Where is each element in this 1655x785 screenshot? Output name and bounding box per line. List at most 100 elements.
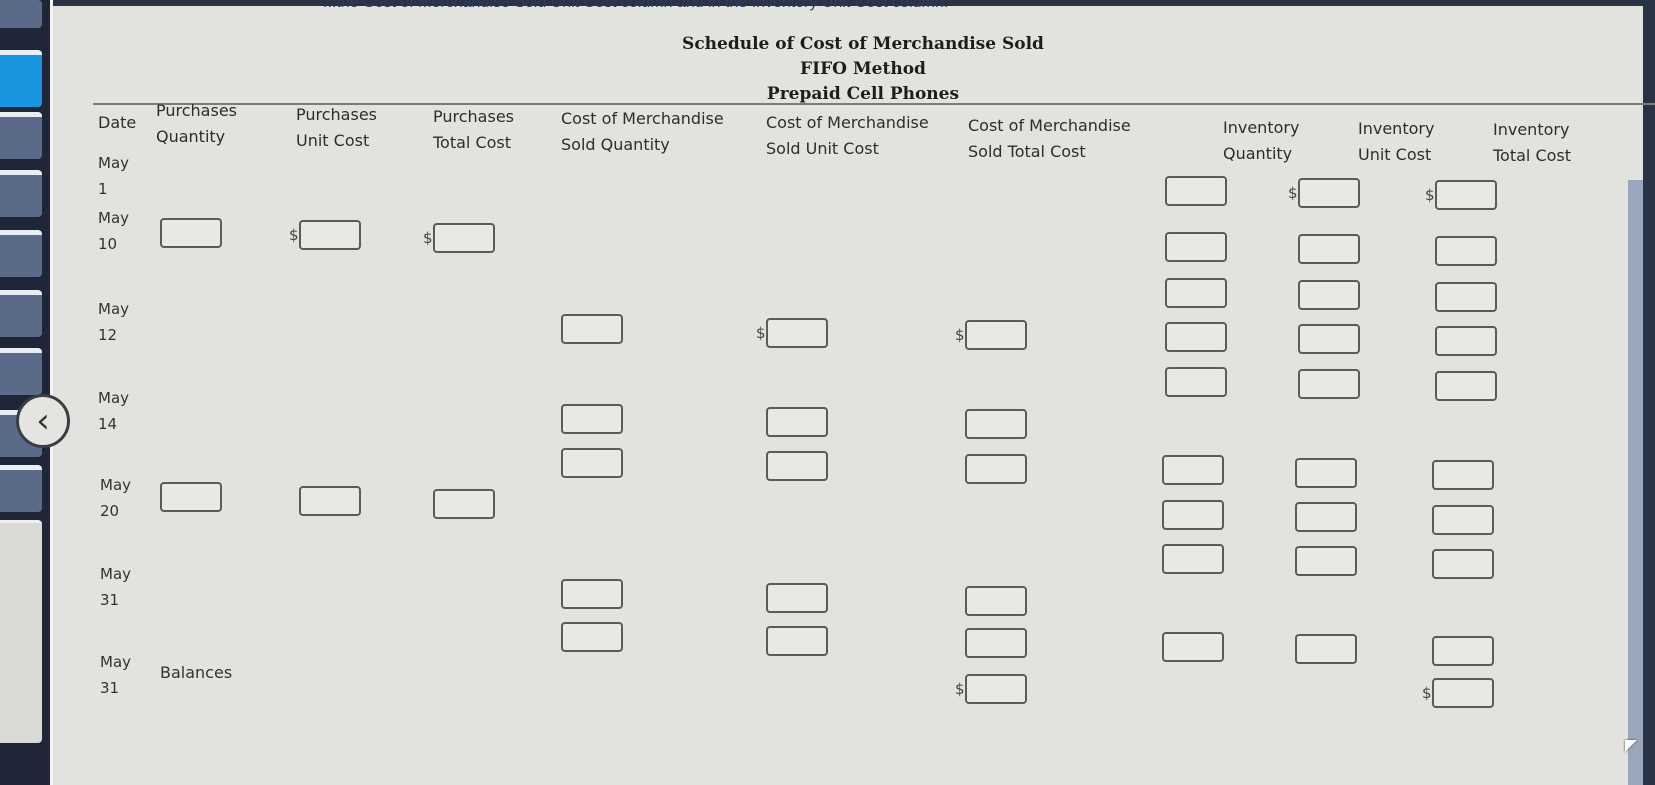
- header-line: Total Cost: [433, 133, 512, 152]
- input-may12-cq[interactable]: [561, 314, 623, 344]
- sidebar-panel: [0, 520, 42, 743]
- input-may1-iuc[interactable]: [1298, 178, 1360, 208]
- input-may14-ctc-1[interactable]: [965, 454, 1027, 484]
- company-title: Prepaid Cell Phones: [766, 84, 960, 104]
- input-may12-iuc[interactable]: [1298, 324, 1360, 354]
- sidebar-tab[interactable]: [0, 112, 42, 159]
- input-may31-iuc[interactable]: [1295, 634, 1357, 664]
- input-may12-iq[interactable]: [1165, 322, 1227, 352]
- input-may10-itc[interactable]: [1435, 236, 1497, 266]
- input-may12-iuc-1[interactable]: [1298, 369, 1360, 399]
- input-may20-iuc-1[interactable]: [1295, 502, 1357, 532]
- input-may12-itc[interactable]: [1435, 326, 1497, 356]
- input-may20-iq-2[interactable]: [1162, 544, 1224, 574]
- input-may10-iq-1[interactable]: [1165, 278, 1227, 308]
- header-line: Purchases: [156, 101, 237, 120]
- input-may31-cuc[interactable]: [766, 583, 828, 613]
- header-line: Cost of Merchandise: [766, 113, 929, 132]
- date-month: May: [100, 565, 132, 583]
- header-line: Purchases: [433, 107, 514, 126]
- balances-label: Balances: [160, 663, 233, 682]
- sidebar-tab[interactable]: [0, 170, 42, 217]
- header-line: Quantity: [1223, 144, 1293, 163]
- input-may31-cuc-1[interactable]: [766, 626, 828, 656]
- date-day: 14: [98, 415, 118, 433]
- chevron-left-icon: ‹: [36, 401, 50, 441]
- input-may10-pq[interactable]: [160, 218, 222, 248]
- date-month: May: [98, 389, 130, 407]
- input-may1-iq[interactable]: [1165, 176, 1227, 206]
- header-line: Total Cost: [1493, 146, 1572, 165]
- header-line: Cost of Merchandise: [968, 116, 1131, 135]
- sidebar-tab-active[interactable]: [0, 50, 42, 107]
- input-may31-cq[interactable]: [561, 579, 623, 609]
- date-cell: May 31: [100, 561, 131, 613]
- currency-symbol: $: [423, 229, 433, 247]
- date-cell: May 10: [98, 205, 129, 257]
- input-may12-cuc[interactable]: [766, 318, 828, 348]
- input-may20-iq[interactable]: [1162, 455, 1224, 485]
- header-line: Inventory: [1493, 120, 1570, 139]
- input-may20-iuc-2[interactable]: [1295, 546, 1357, 576]
- header-line: Date: [98, 113, 137, 132]
- input-may31-itc[interactable]: [1432, 636, 1494, 666]
- date-month: May: [98, 300, 130, 318]
- date-month: May: [98, 209, 130, 227]
- input-may14-cuc[interactable]: [766, 407, 828, 437]
- instruction-text: ...the Cost of Merchandise Sold Unit Cos…: [323, 0, 949, 11]
- currency-symbol: $: [955, 326, 965, 344]
- input-may20-itc[interactable]: [1432, 460, 1494, 490]
- input-may10-puc[interactable]: [299, 220, 361, 250]
- input-may12-ctc[interactable]: [965, 320, 1027, 350]
- input-may10-iq[interactable]: [1165, 232, 1227, 262]
- input-may20-iuc[interactable]: [1295, 458, 1357, 488]
- date-cell: May 12: [98, 296, 129, 348]
- date-cell: May 31: [100, 649, 131, 701]
- currency-symbol: $: [289, 226, 299, 244]
- sidebar-tab[interactable]: [0, 230, 42, 277]
- input-may10-iuc-1[interactable]: [1298, 280, 1360, 310]
- input-may20-ptc[interactable]: [433, 489, 495, 519]
- sidebar-tab[interactable]: [0, 348, 42, 395]
- sidebar-tab[interactable]: [0, 465, 42, 512]
- input-may31-ctc-1[interactable]: [965, 628, 1027, 658]
- scrollbar[interactable]: [1628, 180, 1643, 785]
- currency-symbol: $: [756, 324, 766, 342]
- input-may14-ctc[interactable]: [965, 409, 1027, 439]
- input-may12-iq-1[interactable]: [1165, 367, 1227, 397]
- currency-symbol: $: [1288, 184, 1298, 202]
- input-may14-cq[interactable]: [561, 404, 623, 434]
- input-may10-ptc[interactable]: [433, 223, 495, 253]
- currency-symbol: $: [955, 680, 965, 698]
- input-may20-itc-2[interactable]: [1432, 549, 1494, 579]
- input-may12-itc-1[interactable]: [1435, 371, 1497, 401]
- input-may20-iq-1[interactable]: [1162, 500, 1224, 530]
- date-day: 20: [100, 502, 120, 520]
- input-may31-cq-1[interactable]: [561, 622, 623, 652]
- input-may20-itc-1[interactable]: [1432, 505, 1494, 535]
- input-balances-itc[interactable]: [1432, 678, 1494, 708]
- input-may1-itc[interactable]: [1435, 180, 1497, 210]
- sidebar-tab[interactable]: [0, 290, 42, 337]
- header-line: Purchases: [296, 105, 377, 124]
- date-day: 10: [98, 235, 118, 253]
- input-may14-cuc-1[interactable]: [766, 451, 828, 481]
- header-line: Inventory: [1223, 118, 1300, 137]
- input-may10-iuc[interactable]: [1298, 234, 1360, 264]
- sidebar-tab[interactable]: [0, 0, 42, 28]
- input-may20-puc[interactable]: [299, 486, 361, 516]
- date-month: May: [98, 154, 130, 172]
- back-button[interactable]: ‹: [16, 394, 70, 448]
- input-may14-cq-1[interactable]: [561, 448, 623, 478]
- column-header-iuc: Inventory Unit Cost: [1358, 116, 1434, 168]
- date-cell: May 20: [100, 472, 131, 524]
- column-header-cq: Cost of Merchandise Sold Quantity: [561, 106, 724, 158]
- input-may10-itc-1[interactable]: [1435, 282, 1497, 312]
- header-line: Inventory: [1358, 119, 1435, 138]
- sidebar: [0, 0, 50, 785]
- input-balances-ctc[interactable]: [965, 674, 1027, 704]
- input-may31-ctc[interactable]: [965, 586, 1027, 616]
- input-may31-iq[interactable]: [1162, 632, 1224, 662]
- column-header-ctc: Cost of Merchandise Sold Total Cost: [968, 113, 1131, 165]
- input-may20-pq[interactable]: [160, 482, 222, 512]
